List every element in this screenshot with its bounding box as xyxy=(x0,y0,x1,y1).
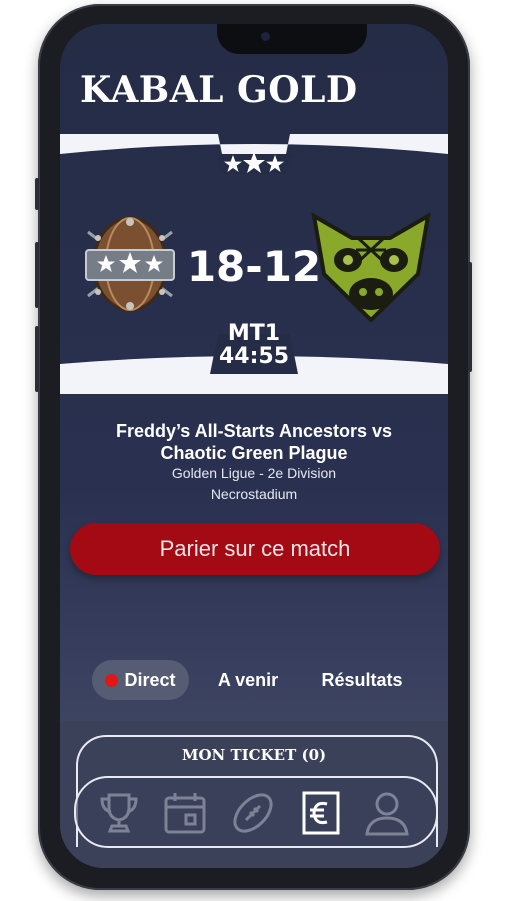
match-tabs: Direct A venir Résultats xyxy=(60,660,448,700)
match-league: Golden Ligue - 2e Division xyxy=(171,465,337,481)
bet-button[interactable]: Parier sur ce match xyxy=(70,523,440,575)
app-title: KABAL GOLD xyxy=(80,69,358,111)
match-stadium: Necrostadium xyxy=(210,486,298,502)
band-top-shape xyxy=(60,134,448,154)
ticket-label[interactable]: MON TICKET (0) xyxy=(60,746,448,764)
bottom-nav xyxy=(74,776,438,848)
match-period: MT1 xyxy=(227,321,281,346)
live-dot-icon xyxy=(105,673,119,687)
volume-up-button xyxy=(35,242,39,308)
three-stars-icon xyxy=(224,152,284,173)
match-time: 44:55 xyxy=(218,344,290,369)
tab-resultats[interactable]: Résultats xyxy=(312,660,412,700)
football-icon[interactable] xyxy=(230,790,276,836)
match-teams: Freddy’s All-Starts Ancestors vs Chaotic… xyxy=(115,421,393,463)
tab-a-venir-label: A venir xyxy=(217,669,279,690)
power-button xyxy=(468,262,472,372)
user-icon[interactable] xyxy=(364,790,410,836)
app-screen: KABAL GOLD 18-12 MT1 44:55 Freddy’s All-… xyxy=(60,24,448,868)
volume-down-button xyxy=(35,326,39,392)
tab-direct-label: Direct xyxy=(124,669,176,690)
trophy-icon[interactable] xyxy=(96,790,142,836)
euro-ticket-icon[interactable] xyxy=(298,790,344,836)
away-team-crest xyxy=(311,212,431,323)
tab-a-venir[interactable]: A venir xyxy=(206,660,290,700)
match-clock: MT1 44:55 xyxy=(60,322,448,368)
calendar-icon[interactable] xyxy=(162,790,208,836)
notch xyxy=(217,24,367,54)
silent-switch xyxy=(35,178,39,210)
camera-icon xyxy=(261,32,270,41)
tab-direct[interactable]: Direct xyxy=(92,660,189,700)
tab-resultats-label: Résultats xyxy=(321,669,403,690)
